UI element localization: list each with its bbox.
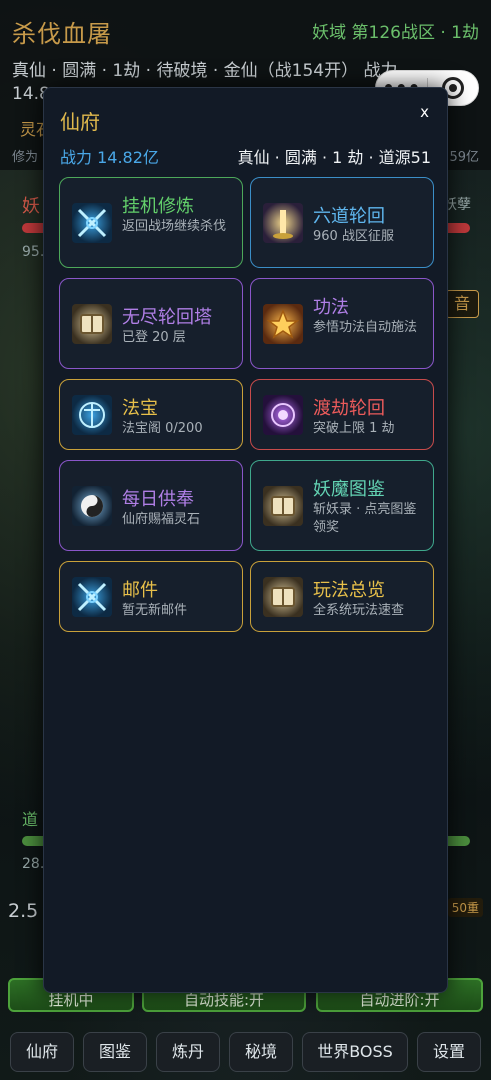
crossed-swords-icon xyxy=(72,203,112,243)
purple-vortex-icon xyxy=(263,395,303,435)
nav-world-boss[interactable]: 世界BOSS xyxy=(302,1032,408,1072)
card-desc: 暂无新邮件 xyxy=(122,603,188,618)
card-title: 邮件 xyxy=(122,580,158,601)
card-desc: 法宝阁 0/200 xyxy=(122,421,203,436)
card-demon-codex[interactable]: 妖魔图鉴 斩妖录 · 点亮图鉴领奖 xyxy=(250,460,434,551)
card-title: 功法 xyxy=(313,297,349,318)
nav-codex[interactable]: 图鉴 xyxy=(83,1032,147,1072)
card-title: 渡劫轮回 xyxy=(313,398,385,419)
card-desc: 突破上限 1 劫 xyxy=(313,421,395,436)
close-button[interactable]: x xyxy=(420,102,429,122)
scroll-book-icon xyxy=(263,577,303,617)
card-title: 无尽轮回塔 xyxy=(122,307,212,328)
speed-value: 2.5 xyxy=(8,900,39,922)
nav-immortal-mansion[interactable]: 仙府 xyxy=(10,1032,74,1072)
nav-alchemy[interactable]: 炼丹 xyxy=(156,1032,220,1072)
nav-settings[interactable]: 设置 xyxy=(417,1032,481,1072)
card-title: 每日供奉 xyxy=(122,489,194,510)
sound-button[interactable]: 音 xyxy=(445,290,479,318)
realm-line: 真仙 · 圆满 · 1劫 · 待破境 · 金仙（战154开） 战力 xyxy=(12,61,398,81)
modal-realm: 真仙 · 圆满 · 1 劫 · 道源51 xyxy=(237,148,431,167)
modal-power: 战力 14.82亿 xyxy=(60,148,159,167)
talisman-icon xyxy=(72,395,112,435)
player-name: 道 xyxy=(22,810,39,829)
card-tribulation[interactable]: 渡劫轮回 突破上限 1 劫 xyxy=(250,379,434,450)
golden-lotus-icon xyxy=(263,304,303,344)
card-desc: 参悟功法自动施法 xyxy=(313,320,418,335)
scroll-book-icon xyxy=(72,304,112,344)
game-title: 杀伐血屠 xyxy=(12,20,112,48)
card-desc: 斩妖录 · 点亮图鉴领奖 xyxy=(313,502,417,535)
card-mail[interactable]: 邮件 暂无新邮件 xyxy=(59,561,243,632)
cultivation-label: 修为 xyxy=(12,150,39,165)
immortal-mansion-modal: 仙府 x 战力 14.82亿 真仙 · 圆满 · 1 劫 · 道源51 挂机修炼… xyxy=(43,87,448,993)
card-title: 六道轮回 xyxy=(313,206,385,227)
card-treasures[interactable]: 法宝 法宝阁 0/200 xyxy=(59,379,243,450)
nav-secret-realm[interactable]: 秘境 xyxy=(229,1032,293,1072)
modal-title: 仙府 xyxy=(60,110,100,134)
card-idle-cultivation[interactable]: 挂机修炼 返回战场继续杀伐 xyxy=(59,177,243,268)
card-title: 妖魔图鉴 xyxy=(313,479,385,500)
card-desc: 全系统玩法速查 xyxy=(313,603,405,618)
card-six-paths[interactable]: 六道轮回 960 战区征服 xyxy=(250,177,434,268)
bottom-nav: 仙府 图鉴 炼丹 秘境 世界BOSS 设置 xyxy=(0,1030,491,1074)
card-title: 玩法总览 xyxy=(313,580,385,601)
card-gameplay-overview[interactable]: 玩法总览 全系统玩法速查 xyxy=(250,561,434,632)
player-hp-value: 28. xyxy=(22,856,45,872)
light-pillar-icon xyxy=(263,203,303,243)
card-desc: 仙府赐福灵石 xyxy=(122,512,201,527)
card-desc: 返回战场继续杀伐 xyxy=(122,219,227,234)
taiji-icon xyxy=(72,486,112,526)
zone-label: 妖域 第126战区 · 1劫 xyxy=(312,23,479,43)
card-desc: 已登 20 层 xyxy=(122,330,186,345)
enemy-name: 妖 xyxy=(22,196,40,217)
layer-badge: 50重 xyxy=(447,898,483,917)
card-endless-tower[interactable]: 无尽轮回塔 已登 20 层 xyxy=(59,278,243,369)
cultivation-value: 59亿 xyxy=(449,150,479,165)
card-title: 挂机修炼 xyxy=(122,196,194,217)
card-techniques[interactable]: 功法 参悟功法自动施法 xyxy=(250,278,434,369)
scroll-book-icon xyxy=(263,486,303,526)
card-daily-offering[interactable]: 每日供奉 仙府赐福灵石 xyxy=(59,460,243,551)
enemy-hp-value: 95. xyxy=(22,244,45,260)
card-desc: 960 战区征服 xyxy=(313,229,394,244)
crossed-swords-icon xyxy=(72,577,112,617)
card-title: 法宝 xyxy=(122,398,158,419)
